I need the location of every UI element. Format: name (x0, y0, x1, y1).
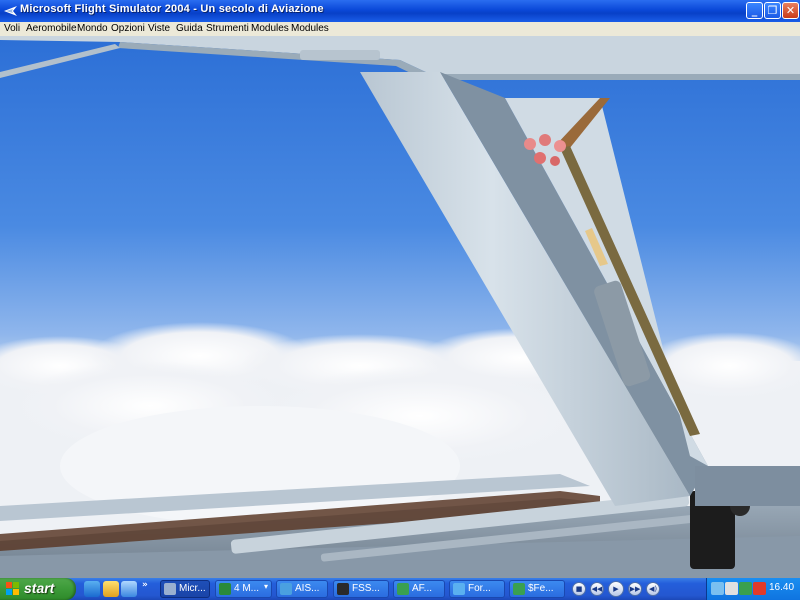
clock[interactable]: 16.40 (769, 582, 794, 593)
menu-bar: Voli Aeromobile Mondo Opzioni Viste Guid… (0, 22, 800, 36)
flight-sim-icon (164, 583, 176, 595)
messenger-icon[interactable] (739, 582, 752, 595)
chevron-down-icon: ▾ (263, 582, 268, 591)
task-label: Micr... (179, 583, 206, 594)
media-next-icon[interactable]: ▶▶ (628, 582, 642, 596)
cockpit-scene (0, 36, 800, 578)
media-play-icon[interactable]: ▶ (608, 581, 624, 597)
excel-icon (219, 583, 231, 595)
menu-opzioni[interactable]: Opzioni (111, 22, 145, 36)
task-button-ais[interactable]: AIS... (276, 580, 328, 598)
desktop-quicklaunch-icon[interactable] (121, 581, 137, 597)
start-button[interactable]: start (0, 578, 76, 600)
cockpit-view[interactable] (0, 36, 800, 578)
task-button-excel[interactable]: 4 M... ▾ (215, 580, 272, 598)
menu-voli[interactable]: Voli (4, 22, 20, 36)
taskbar: start » Micr... 4 M... ▾ AIS... FSS... A… (0, 578, 800, 600)
menu-mondo[interactable]: Mondo (77, 22, 108, 36)
flight-sim-app-icon (4, 6, 17, 16)
start-label: start (24, 580, 55, 596)
task-button-forum[interactable]: For... (449, 580, 505, 598)
task-label: 4 M... (234, 583, 260, 594)
window-title: Microsoft Flight Simulator 2004 - Un sec… (20, 3, 324, 15)
task-label: $Fe... (528, 583, 554, 594)
task-label: AF... (412, 583, 433, 594)
maximize-button[interactable]: ❐ (764, 2, 781, 19)
title-bar[interactable]: Microsoft Flight Simulator 2004 - Un sec… (0, 0, 800, 22)
ie-quicklaunch-icon[interactable] (84, 581, 100, 597)
task-button-fe[interactable]: $Fe... (509, 580, 565, 598)
minimize-button[interactable]: _ (746, 2, 763, 19)
menu-aeromobile[interactable]: Aeromobile (26, 22, 77, 36)
monitor-icon (337, 583, 349, 595)
media-quicklaunch-icon[interactable] (103, 581, 119, 597)
menu-modules-2[interactable]: Modules (291, 22, 329, 36)
system-tray: 16.40 (706, 578, 800, 600)
network-icon[interactable] (711, 582, 724, 595)
ie-icon (453, 583, 465, 595)
close-button[interactable]: ✕ (782, 2, 799, 19)
volume-icon[interactable] (725, 582, 738, 595)
menu-modules[interactable]: Modules (251, 22, 289, 36)
task-label: AIS... (295, 583, 320, 594)
task-label: FSS... (352, 583, 380, 594)
task-button-flight-sim[interactable]: Micr... (160, 580, 210, 598)
media-volume-icon[interactable]: ◀) (646, 582, 660, 596)
quicklaunch-more-icon[interactable]: » (142, 580, 148, 590)
media-previous-icon[interactable]: ◀◀ (590, 582, 604, 596)
menu-strumenti[interactable]: Strumenti (206, 22, 249, 36)
menu-viste[interactable]: Viste (148, 22, 170, 36)
security-icon[interactable] (753, 582, 766, 595)
app-icon (513, 583, 525, 595)
globe-icon (280, 583, 292, 595)
task-button-fss[interactable]: FSS... (333, 580, 389, 598)
task-button-af[interactable]: AF... (393, 580, 445, 598)
airplane-icon (397, 583, 409, 595)
task-label: For... (468, 583, 491, 594)
menu-guida[interactable]: Guida (176, 22, 203, 36)
media-toolbar: ■ ◀◀ ▶ ▶▶ ◀) (568, 580, 706, 598)
windows-logo-icon (6, 582, 19, 595)
media-stop-icon[interactable]: ■ (572, 582, 586, 596)
